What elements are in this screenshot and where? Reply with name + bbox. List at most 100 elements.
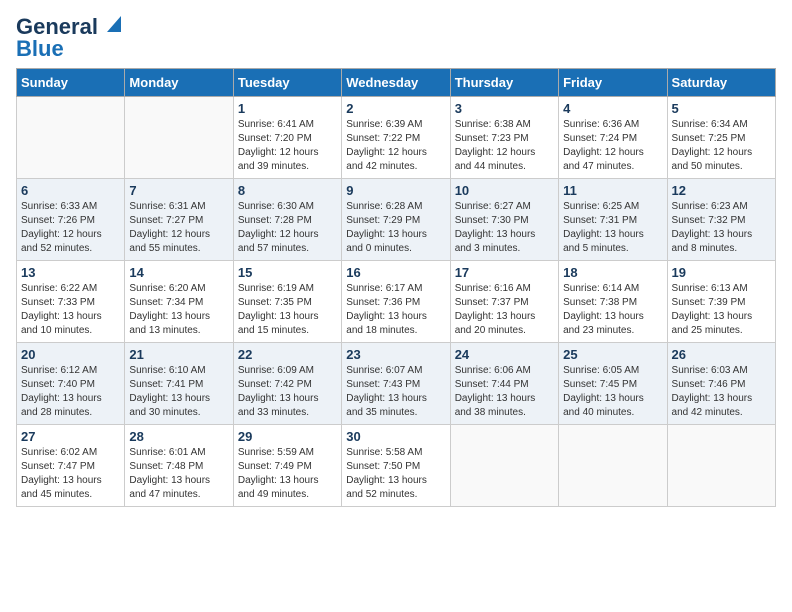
weekday-header-saturday: Saturday	[667, 69, 775, 97]
day-number: 29	[238, 429, 337, 444]
day-number: 12	[672, 183, 771, 198]
day-info: Sunrise: 6:02 AM Sunset: 7:47 PM Dayligh…	[21, 446, 120, 502]
logo-icon	[99, 14, 121, 36]
day-number: 7	[129, 183, 228, 198]
day-info: Sunrise: 6:38 AM Sunset: 7:23 PM Dayligh…	[455, 118, 554, 174]
day-number: 19	[672, 265, 771, 280]
calendar-cell: 14 Sunrise: 6:20 AM Sunset: 7:34 PM Dayli…	[125, 261, 233, 343]
day-number: 25	[563, 347, 662, 362]
weekday-header-wednesday: Wednesday	[342, 69, 450, 97]
calendar-week-2: 6 Sunrise: 6:33 AM Sunset: 7:26 PM Daylig…	[17, 179, 776, 261]
calendar-cell: 11 Sunrise: 6:25 AM Sunset: 7:31 PM Dayli…	[559, 179, 667, 261]
day-info: Sunrise: 6:22 AM Sunset: 7:33 PM Dayligh…	[21, 282, 120, 338]
calendar-header-row: SundayMondayTuesdayWednesdayThursdayFrid…	[17, 69, 776, 97]
day-info: Sunrise: 6:20 AM Sunset: 7:34 PM Dayligh…	[129, 282, 228, 338]
day-info: Sunrise: 6:03 AM Sunset: 7:46 PM Dayligh…	[672, 364, 771, 420]
calendar-cell: 7 Sunrise: 6:31 AM Sunset: 7:27 PM Daylig…	[125, 179, 233, 261]
calendar-week-5: 27 Sunrise: 6:02 AM Sunset: 7:47 PM Dayli…	[17, 425, 776, 507]
day-info: Sunrise: 6:28 AM Sunset: 7:29 PM Dayligh…	[346, 200, 445, 256]
day-info: Sunrise: 6:30 AM Sunset: 7:28 PM Dayligh…	[238, 200, 337, 256]
day-number: 15	[238, 265, 337, 280]
calendar-cell: 21 Sunrise: 6:10 AM Sunset: 7:41 PM Dayli…	[125, 343, 233, 425]
day-number: 27	[21, 429, 120, 444]
day-info: Sunrise: 6:33 AM Sunset: 7:26 PM Dayligh…	[21, 200, 120, 256]
calendar-cell: 29 Sunrise: 5:59 AM Sunset: 7:49 PM Dayli…	[233, 425, 341, 507]
day-number: 4	[563, 101, 662, 116]
calendar-cell: 25 Sunrise: 6:05 AM Sunset: 7:45 PM Dayli…	[559, 343, 667, 425]
day-info: Sunrise: 6:34 AM Sunset: 7:25 PM Dayligh…	[672, 118, 771, 174]
weekday-header-sunday: Sunday	[17, 69, 125, 97]
day-number: 26	[672, 347, 771, 362]
day-info: Sunrise: 6:01 AM Sunset: 7:48 PM Dayligh…	[129, 446, 228, 502]
day-info: Sunrise: 6:36 AM Sunset: 7:24 PM Dayligh…	[563, 118, 662, 174]
day-number: 13	[21, 265, 120, 280]
day-info: Sunrise: 6:12 AM Sunset: 7:40 PM Dayligh…	[21, 364, 120, 420]
day-number: 22	[238, 347, 337, 362]
day-info: Sunrise: 6:31 AM Sunset: 7:27 PM Dayligh…	[129, 200, 228, 256]
calendar-cell: 18Sunrise: 6:14 AM Sunset: 7:38 PM Dayli…	[559, 261, 667, 343]
day-number: 21	[129, 347, 228, 362]
day-number: 30	[346, 429, 445, 444]
calendar-week-3: 13 Sunrise: 6:22 AM Sunset: 7:33 PM Dayli…	[17, 261, 776, 343]
calendar-cell: 13 Sunrise: 6:22 AM Sunset: 7:33 PM Dayli…	[17, 261, 125, 343]
day-number: 28	[129, 429, 228, 444]
calendar-cell: 16 Sunrise: 6:17 AM Sunset: 7:36 PM Dayli…	[342, 261, 450, 343]
day-number: 1	[238, 101, 337, 116]
day-info: Sunrise: 6:10 AM Sunset: 7:41 PM Dayligh…	[129, 364, 228, 420]
calendar-cell: 27 Sunrise: 6:02 AM Sunset: 7:47 PM Dayli…	[17, 425, 125, 507]
day-number: 14	[129, 265, 228, 280]
calendar-cell: 10 Sunrise: 6:27 AM Sunset: 7:30 PM Dayli…	[450, 179, 558, 261]
calendar-cell: 15 Sunrise: 6:19 AM Sunset: 7:35 PM Dayli…	[233, 261, 341, 343]
calendar-cell: 22 Sunrise: 6:09 AM Sunset: 7:42 PM Dayli…	[233, 343, 341, 425]
calendar-cell: 4 Sunrise: 6:36 AM Sunset: 7:24 PM Daylig…	[559, 97, 667, 179]
calendar-cell	[559, 425, 667, 507]
day-info: Sunrise: 6:39 AM Sunset: 7:22 PM Dayligh…	[346, 118, 445, 174]
weekday-header-tuesday: Tuesday	[233, 69, 341, 97]
day-number: 11	[563, 183, 662, 198]
day-number: 9	[346, 183, 445, 198]
day-info: Sunrise: 6:25 AM Sunset: 7:31 PM Dayligh…	[563, 200, 662, 256]
day-info: Sunrise: 6:06 AM Sunset: 7:44 PM Dayligh…	[455, 364, 554, 420]
day-number: 16	[346, 265, 445, 280]
calendar-cell: 3 Sunrise: 6:38 AM Sunset: 7:23 PM Daylig…	[450, 97, 558, 179]
calendar-week-4: 20 Sunrise: 6:12 AM Sunset: 7:40 PM Dayli…	[17, 343, 776, 425]
calendar-cell	[667, 425, 775, 507]
logo-text-blue: Blue	[16, 38, 64, 60]
day-number: 18	[563, 265, 662, 280]
calendar-cell	[17, 97, 125, 179]
day-info: Sunrise: 6:23 AM Sunset: 7:32 PM Dayligh…	[672, 200, 771, 256]
logo-text-general: General	[16, 16, 98, 38]
calendar-cell: 24 Sunrise: 6:06 AM Sunset: 7:44 PM Dayli…	[450, 343, 558, 425]
day-info: Sunrise: 6:09 AM Sunset: 7:42 PM Dayligh…	[238, 364, 337, 420]
day-number: 3	[455, 101, 554, 116]
calendar-cell: 8Sunrise: 6:30 AM Sunset: 7:28 PM Daylig…	[233, 179, 341, 261]
day-info: Sunrise: 6:07 AM Sunset: 7:43 PM Dayligh…	[346, 364, 445, 420]
calendar-cell: 20 Sunrise: 6:12 AM Sunset: 7:40 PM Dayli…	[17, 343, 125, 425]
logo: General Blue	[16, 16, 121, 60]
calendar: SundayMondayTuesdayWednesdayThursdayFrid…	[16, 68, 776, 507]
day-info: Sunrise: 5:59 AM Sunset: 7:49 PM Dayligh…	[238, 446, 337, 502]
day-number: 6	[21, 183, 120, 198]
day-info: Sunrise: 6:17 AM Sunset: 7:36 PM Dayligh…	[346, 282, 445, 338]
day-number: 10	[455, 183, 554, 198]
weekday-header-thursday: Thursday	[450, 69, 558, 97]
day-info: Sunrise: 6:05 AM Sunset: 7:45 PM Dayligh…	[563, 364, 662, 420]
day-number: 20	[21, 347, 120, 362]
day-info: Sunrise: 6:27 AM Sunset: 7:30 PM Dayligh…	[455, 200, 554, 256]
calendar-cell: 17Sunrise: 6:16 AM Sunset: 7:37 PM Dayli…	[450, 261, 558, 343]
calendar-week-1: 1 Sunrise: 6:41 AM Sunset: 7:20 PM Daylig…	[17, 97, 776, 179]
calendar-cell: 6 Sunrise: 6:33 AM Sunset: 7:26 PM Daylig…	[17, 179, 125, 261]
header: General Blue	[16, 16, 776, 60]
calendar-cell: 28 Sunrise: 6:01 AM Sunset: 7:48 PM Dayli…	[125, 425, 233, 507]
calendar-cell	[125, 97, 233, 179]
day-number: 5	[672, 101, 771, 116]
calendar-cell: 2 Sunrise: 6:39 AM Sunset: 7:22 PM Daylig…	[342, 97, 450, 179]
day-number: 23	[346, 347, 445, 362]
calendar-cell: 19Sunrise: 6:13 AM Sunset: 7:39 PM Dayli…	[667, 261, 775, 343]
calendar-cell: 9 Sunrise: 6:28 AM Sunset: 7:29 PM Daylig…	[342, 179, 450, 261]
day-info: Sunrise: 6:41 AM Sunset: 7:20 PM Dayligh…	[238, 118, 337, 174]
calendar-cell: 26 Sunrise: 6:03 AM Sunset: 7:46 PM Dayli…	[667, 343, 775, 425]
day-number: 24	[455, 347, 554, 362]
day-info: Sunrise: 6:19 AM Sunset: 7:35 PM Dayligh…	[238, 282, 337, 338]
day-number: 2	[346, 101, 445, 116]
